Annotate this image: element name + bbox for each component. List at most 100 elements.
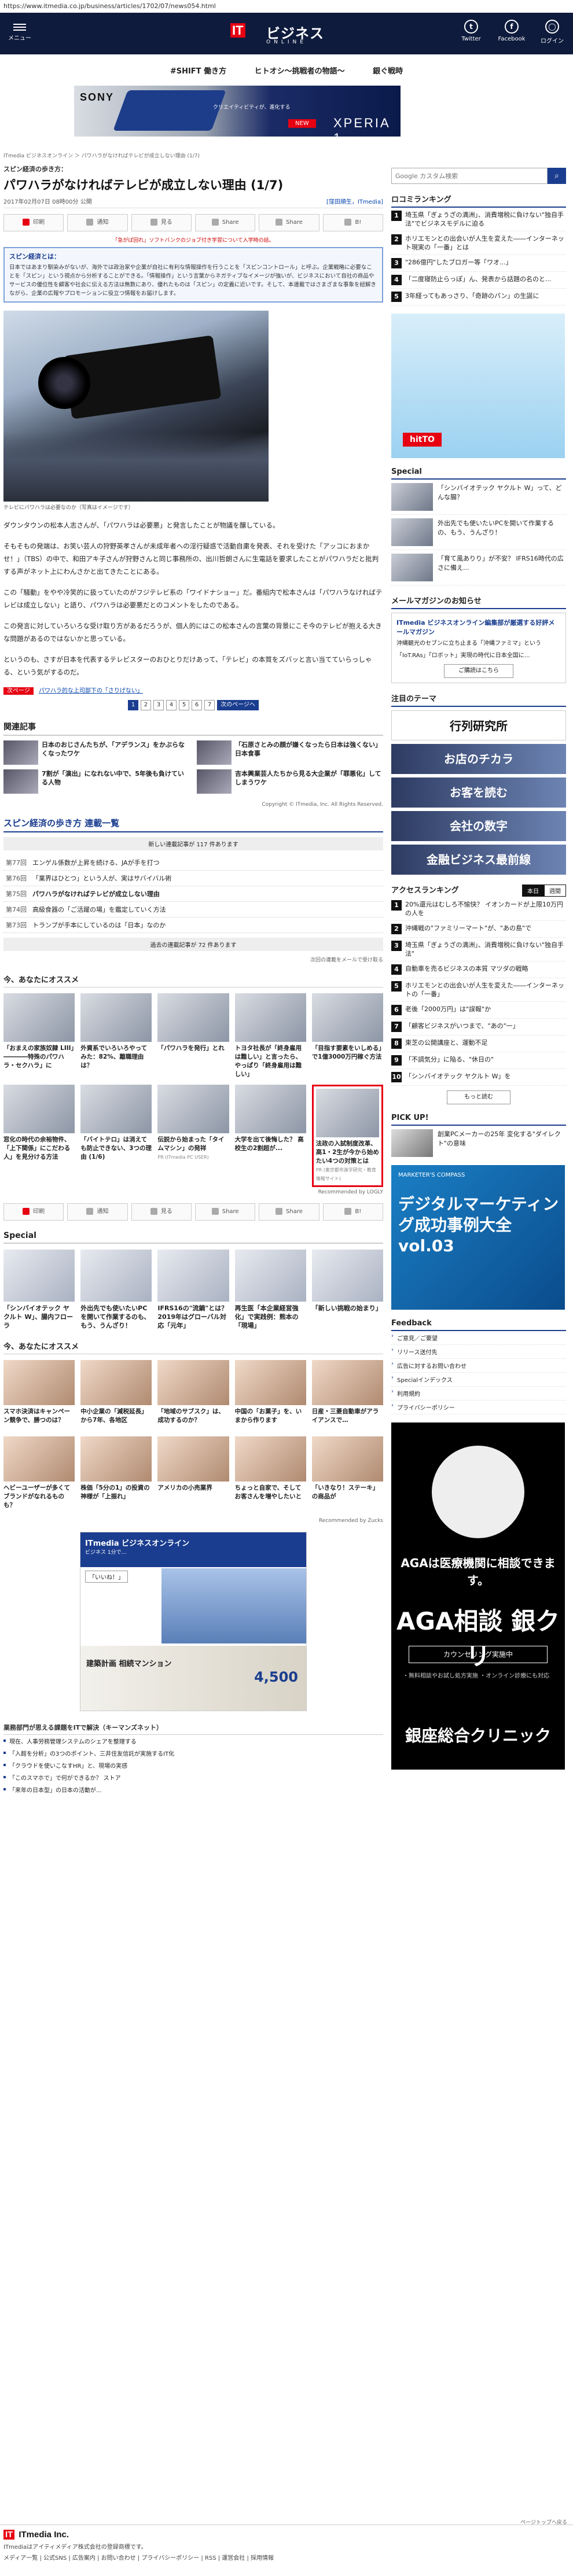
recommend-card[interactable]: 大学を出て後悔した？ 高校生の2割超が... (234, 1085, 306, 1187)
menu-button[interactable]: メニュー (8, 22, 31, 42)
powered-by-zucks[interactable]: Recommended by Zucks (3, 1518, 383, 1524)
access-item[interactable]: 10 「シンバイオテック ヤクルト W」を (391, 1069, 566, 1086)
theme-banner[interactable]: お店のチカラ (391, 744, 566, 774)
recommend-card[interactable]: 伝説から始まった「タイムマシン」の発祥 PR (ITmedia PC USER) (157, 1085, 229, 1187)
notify-button[interactable]: 通知 (67, 214, 128, 231)
special-card[interactable]: 外出先でも使いたいPCを開いて作業するのも、もう、うんざり！ (80, 1250, 152, 1330)
recommend2-card[interactable]: 株価「5分の1」の投資の神様が「上振れ」 (80, 1436, 152, 1510)
subscribe-button[interactable]: ご購読はこちら (444, 664, 513, 678)
tab-week[interactable]: 週間 (544, 885, 566, 897)
series-row[interactable]: 第76回 「業界はひとつ」という人が、実はサバイバル術 (3, 871, 383, 886)
feedback-link[interactable]: 広告に対するお問い合わせ (391, 1359, 566, 1373)
twitter-button[interactable]: t Twitter (457, 20, 485, 45)
hatena-button[interactable]: B! (322, 1203, 383, 1221)
series-list-title[interactable]: スピン経済の歩き方 連載一覧 (3, 817, 383, 832)
theme-banner[interactable]: 会社の数字 (391, 811, 566, 841)
access-item[interactable]: 5 ホリエモンとの出会いが人生を変えた――インターネットの「一番」 (391, 978, 566, 1002)
page-6[interactable]: 6 (192, 700, 202, 710)
theme-banner[interactable]: お客を読む (391, 777, 566, 808)
related-item[interactable]: 日本のおじさんたちが、「アデランス」をかぶらなくなったワケ (3, 740, 190, 765)
facebook-share-button[interactable]: Share (194, 1203, 256, 1221)
facebook-button[interactable]: f Facebook (498, 20, 526, 45)
recommend-card[interactable]: 窓化の時代の余裕物件、「上下関係」にこだわる人」を見分ける方法 (3, 1085, 75, 1187)
side-special-item[interactable]: 「育て風ありり」が不安？ IFRS16時代の広さに備え... (391, 550, 566, 585)
recommend2-card[interactable]: 日産・三菱自動車がアライアンスで… (311, 1360, 383, 1425)
ad-cta[interactable]: カウンセリング実施中 (409, 1646, 548, 1663)
recommend2-card[interactable]: 「地域のサブスク」は、成功するのか？ (157, 1360, 229, 1425)
line-share-button[interactable]: Share (259, 1203, 319, 1221)
ranking-item[interactable]: 2 ホリエモンとの出会いが人生を変えた――インターネット現実の「一番」とは (391, 231, 566, 255)
side-ad-aga[interactable]: AGAは医療機関に相談できます。 AGA相談 銀クリ カウンセリング実施中 ・無… (391, 1422, 565, 1770)
series-row[interactable]: 第73回 トランプが手本にしているのは「日本」なのか (3, 917, 383, 933)
ranking-item[interactable]: 5 3年経ってもあっさり、「奇跡のパン」の生誕に (391, 289, 566, 305)
newer-articles-bar[interactable]: 新しい連載記事が 117 件あります (3, 837, 383, 850)
access-item[interactable]: 2 沖縄戦の"ファミリーマート"が、"あの島"で (391, 921, 566, 938)
topic-link-2[interactable]: ヒトオシ～挑戦者の物語～ (255, 67, 345, 76)
keyman-link[interactable]: 「入館を分析」の3つのポイント、三井住友信託が実施するIT化 (3, 1747, 383, 1759)
past-articles-bar[interactable]: 過去の連載記事が 72 件あります (3, 938, 383, 951)
mail-item[interactable]: 「IoT.RAs」「ロボット」実現の時代に日本全国に… (396, 648, 561, 661)
feedback-link[interactable]: ご意見／ご要望 (391, 1331, 566, 1345)
print-button[interactable]: 印刷 (3, 214, 64, 231)
feedback-link[interactable]: リリース送付先 (391, 1345, 566, 1359)
page-7[interactable]: 7 (204, 700, 215, 710)
recommend-card[interactable]: 「パワハラを発行」とれ (157, 993, 229, 1079)
author-link[interactable]: [窪田順生，ITmedia] (326, 199, 383, 205)
view-button[interactable]: 見る (131, 214, 192, 231)
feedback-link[interactable]: 利用規約 (391, 1387, 566, 1401)
special-card[interactable]: 「新しい挑戦の始まり」 (311, 1250, 383, 1330)
recommend2-card[interactable]: 中国の「お菓子」を、いまから作ります (234, 1360, 306, 1425)
more-button[interactable]: もっと読む (447, 1090, 510, 1104)
hatena-button[interactable]: B! (322, 214, 383, 231)
special-card[interactable]: IFRS16の"流鏑"とは？ 2019年はグローバル対応「元年」 (157, 1250, 229, 1330)
side-ad-hito[interactable]: hitTO (391, 314, 565, 458)
powered-by-logly[interactable]: Recommended by LOGLY (3, 1189, 383, 1195)
view-button[interactable]: 見る (131, 1203, 192, 1221)
print-button[interactable]: 印刷 (3, 1203, 64, 1221)
side-special-item[interactable]: 「シンバイオテック ヤクルト W」って、どんな腸？ (391, 480, 566, 515)
recommend-card[interactable]: 「目指す要素をいしめる」で1億3000万円稼ぐ方法 (311, 993, 383, 1079)
access-item[interactable]: 7 「顧客ビジネスがいつまで、"あの"一」 (391, 1019, 566, 1035)
next-teaser-link[interactable]: パワハラ的な上司部下の「さりげない」 (39, 688, 143, 694)
recommend2-card[interactable]: スマホ決済はキャンペーン競争で、勝つのは？ (3, 1360, 75, 1425)
facebook-share-button[interactable]: Share (194, 214, 256, 231)
notice-link[interactable]: 「急がば回れ」ソフトバンクのジョブ付き学習について入学時の話。 (3, 236, 383, 244)
recommend-card[interactable]: 「おまえの家族奴隷 LIII」――――特殊のパワハラ・セクハラ」に (3, 993, 75, 1079)
feedback-link[interactable]: プライバシーポリシー (391, 1401, 566, 1414)
side-special-item[interactable]: 外出先でも使いたいPCを開いて作業するの、もう、うんざり！ (391, 515, 566, 550)
recommend2-card[interactable]: ヘビーユーザーが多くてブランドがなれるものも？ (3, 1436, 75, 1510)
topic-link-3[interactable]: 銀ぐ戦時 (373, 67, 403, 76)
recommend-card[interactable]: トヨタ社長が「終身雇用は難しい」と言ったら、やっぱり「終身雇用は難しい」 (234, 993, 306, 1079)
recommend-card[interactable]: 外資系でいろいろやってみた：82%、離職理由は？ (80, 993, 152, 1079)
side-ad-marketer[interactable]: MARKETER'S COMPASS デジタルマーケティング成功事例大全 vol… (391, 1165, 565, 1310)
mail-item[interactable]: 沖縄観光のセブンに立ち止まる「沖縄ファミマ」という (396, 636, 561, 648)
page-4[interactable]: 4 (166, 700, 177, 710)
tab-today[interactable]: 本日 (522, 885, 544, 897)
topic-link-1[interactable]: #SHIFT 働き方 (170, 67, 226, 76)
access-item[interactable]: 9 「不調気分」に陥る、"休日の" (391, 1052, 566, 1069)
search-icon[interactable]: ⌕ (548, 168, 566, 184)
url-bar[interactable]: https://www.itmedia.co.jp/business/artic… (0, 0, 573, 13)
page-top-link[interactable]: ページトップへ戻る (520, 2518, 567, 2526)
keyman-link[interactable]: 現在、人事労務管理システムのシェアを整理する (3, 1735, 383, 1747)
recommend2-card[interactable]: 「いきなり！ステーキ」の商品が (311, 1436, 383, 1510)
related-item[interactable]: 7割が「演出」になれない中で、5年後も負けている人物 (3, 769, 190, 794)
theme-banner[interactable]: 行列研究所 (391, 710, 566, 740)
series-row[interactable]: 第74回 高級食器の「ご活躍の場」を鑑定していく方法 (3, 902, 383, 917)
breadcrumb[interactable]: ITmedia ビジネスオンライン ＞ パワハラがなければテレビが成立しない理由… (3, 152, 200, 159)
recommend2-card[interactable]: ちょっと自家で、そしてお客さんを増やしたいと (234, 1436, 306, 1510)
feedback-link[interactable]: Specialインデックス (391, 1373, 566, 1387)
footer-logo[interactable]: IT ITmedia Inc. (3, 2530, 570, 2540)
page-5[interactable]: 5 (179, 700, 189, 710)
access-item[interactable]: 1 20%還元はむしろ不愉快？ イオンカードが上限10万円の人を (391, 897, 566, 921)
series-label[interactable]: スピン経済の歩き方： (3, 164, 383, 174)
recommend-card[interactable]: 「バイトテロ」は消えても防止できない、3つの理由 (1/6) (80, 1085, 152, 1187)
access-item[interactable]: 3 埼玉県「ぎょうざの満洲」、消費増税に負けない"独自手法" (391, 938, 566, 961)
search-input[interactable] (391, 168, 548, 184)
related-item[interactable]: 吉本興業芸人たちから見る大企業が「罪悪化」してしまうワケ (197, 769, 383, 794)
related-item[interactable]: 「石原さとみの顔が嫌くなったら日本は強くない」日本食事 (197, 740, 383, 765)
page-2[interactable]: 2 (141, 700, 151, 710)
recommend-card-highlighted[interactable]: 法政の入試制度改革、高1・2生が今から始めたい4つの対策とは PR (東京都市進学… (311, 1085, 383, 1187)
recommend2-card[interactable]: アメリカの小売業界 (157, 1436, 229, 1510)
ranking-item[interactable]: 4 「二度寝防止らっぽ」ん、発表から話題の名のと... (391, 272, 566, 289)
